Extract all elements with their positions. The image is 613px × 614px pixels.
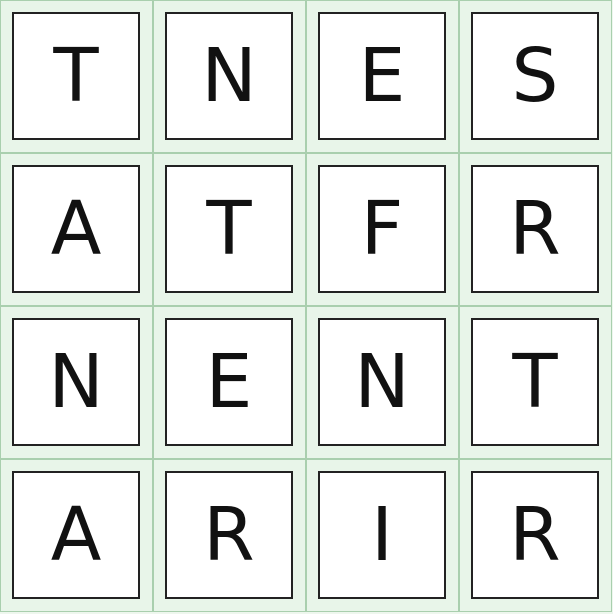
grid-cell: T	[459, 306, 612, 459]
grid-cell: T	[0, 0, 153, 153]
letter-tile[interactable]: A	[12, 165, 140, 293]
tile-letter: F	[360, 186, 404, 272]
tile-letter: S	[511, 33, 559, 119]
letter-tile[interactable]: F	[318, 165, 446, 293]
grid-cell: R	[153, 459, 306, 612]
tile-letter: N	[48, 339, 104, 425]
tile-letter: T	[512, 339, 558, 425]
tile-letter: N	[201, 33, 257, 119]
letter-tile[interactable]: N	[12, 318, 140, 446]
letter-tile[interactable]: S	[471, 12, 599, 140]
tile-letter: A	[50, 186, 102, 272]
letter-tile[interactable]: T	[165, 165, 293, 293]
grid-cell: R	[459, 153, 612, 306]
letter-grid-board: T N E S A T F R N E N T A R I R	[0, 0, 613, 614]
grid-cell: R	[459, 459, 612, 612]
tile-letter: R	[509, 186, 561, 272]
letter-tile[interactable]: I	[318, 471, 446, 599]
letter-tile[interactable]: E	[318, 12, 446, 140]
grid-cell: A	[0, 153, 153, 306]
tile-letter: N	[354, 339, 410, 425]
grid-cell: A	[0, 459, 153, 612]
grid-cell: N	[0, 306, 153, 459]
grid-cell: E	[306, 0, 459, 153]
grid-cell: N	[306, 306, 459, 459]
letter-tile[interactable]: T	[471, 318, 599, 446]
tile-letter: E	[205, 339, 253, 425]
grid-cell: E	[153, 306, 306, 459]
letter-tile[interactable]: E	[165, 318, 293, 446]
tile-letter: I	[371, 492, 393, 578]
letter-tile[interactable]: N	[318, 318, 446, 446]
tile-letter: T	[53, 33, 99, 119]
tile-letter: E	[358, 33, 406, 119]
grid-cell: T	[153, 153, 306, 306]
letter-tile[interactable]: T	[12, 12, 140, 140]
tile-letter: T	[206, 186, 252, 272]
letter-tile[interactable]: N	[165, 12, 293, 140]
grid-cell: N	[153, 0, 306, 153]
letter-tile[interactable]: R	[165, 471, 293, 599]
letter-tile[interactable]: R	[471, 165, 599, 293]
letter-tile[interactable]: R	[471, 471, 599, 599]
tile-letter: R	[203, 492, 255, 578]
grid-cell: S	[459, 0, 612, 153]
tile-letter: R	[509, 492, 561, 578]
tile-letter: A	[50, 492, 102, 578]
letter-tile[interactable]: A	[12, 471, 140, 599]
grid-cell: F	[306, 153, 459, 306]
grid-cell: I	[306, 459, 459, 612]
